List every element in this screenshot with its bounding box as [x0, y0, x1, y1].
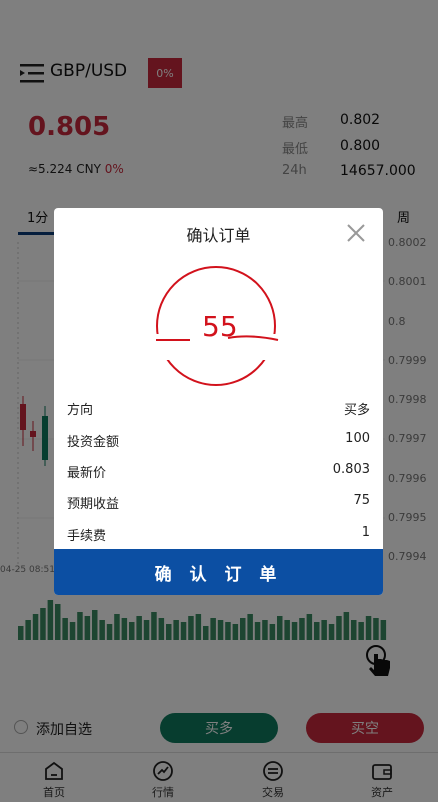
close-icon[interactable]: [345, 222, 367, 244]
direction-value: 买多: [343, 403, 370, 418]
investment-value: 100: [345, 431, 370, 446]
expected-profit-value: 75: [353, 493, 370, 508]
investment-label: 投资金额: [67, 435, 120, 450]
latest-price-value: 0.803: [332, 462, 370, 477]
direction-label: 方向: [67, 403, 94, 418]
stamp-seal: 55: [152, 266, 288, 386]
confirm-order-dialog: 确认订单 55 方向 买多 投资金额 100 最新价 0.803 预期收益 75…: [54, 208, 383, 595]
fee-label: 手续费: [67, 529, 107, 544]
expected-profit-label: 预期收益: [67, 497, 120, 512]
latest-price-label: 最新价: [67, 466, 107, 481]
fee-value: 1: [361, 525, 370, 540]
dialog-title: 确认订单: [186, 226, 251, 245]
confirm-order-button[interactable]: 确 认 订 单: [54, 549, 383, 595]
